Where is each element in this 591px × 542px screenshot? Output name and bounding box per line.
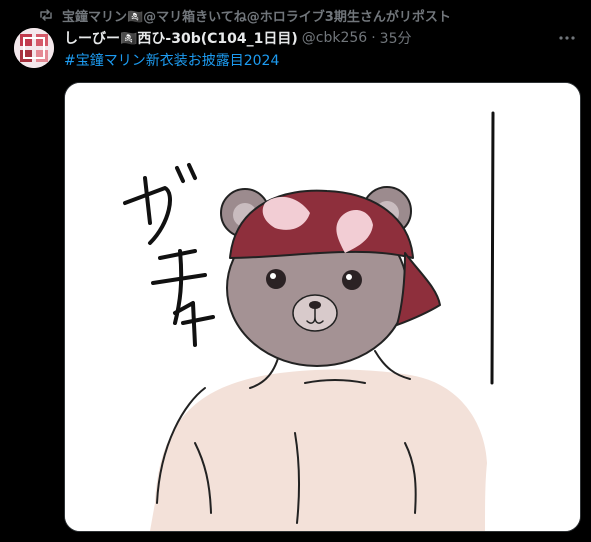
hashtag-link[interactable]: #宝鐘マリン新衣装お披露目2024 <box>64 50 279 70</box>
repost-indicator[interactable]: 宝鐘マリン🏴‍☠️@マリ箱きいてね@ホロライブ3期生さん がリポスト <box>38 6 451 25</box>
reposter-name[interactable]: 宝鐘マリン🏴‍☠️@マリ箱きいてね@ホロライブ3期生さん <box>62 6 386 25</box>
repost-icon <box>38 7 54 23</box>
tweet-header: しーびー🏴‍☠️西ひ-30b(C104_1日目) @cbk256 · 35分 <box>64 28 551 48</box>
repost-suffix: がリポスト <box>385 9 451 25</box>
avatar[interactable] <box>14 28 54 68</box>
more-icon[interactable] <box>557 30 577 46</box>
timestamp[interactable]: 35分 <box>380 28 412 48</box>
display-name[interactable]: しーびー🏴‍☠️西ひ-30b(C104_1日目) <box>64 28 298 48</box>
separator-dot: · <box>371 30 376 46</box>
tweet-image[interactable] <box>64 82 581 532</box>
user-handle[interactable]: @cbk256 <box>302 30 367 46</box>
